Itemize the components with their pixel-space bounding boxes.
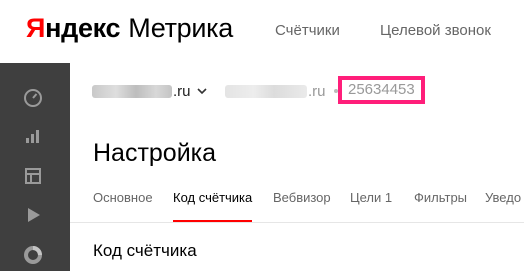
logo-brand-first: Я [26, 13, 46, 43]
main-content: .ru .ru 25634453 Настройка Основное Код … [70, 63, 524, 271]
logo-brand-rest: ндекс [45, 13, 121, 43]
settings-tabs: Основное Код счётчика Вебвизор Цели 1 Фи… [70, 187, 524, 223]
logo-product: Метрика [128, 13, 233, 43]
mirror-domain: .ru [225, 81, 346, 101]
segments-icon[interactable] [22, 244, 44, 266]
separator-dot [333, 89, 338, 93]
blurred-site-domain [92, 84, 172, 98]
header: Яндекс Метрика Счётчики Целевой звонок [0, 0, 524, 63]
section-title: Код счётчика [93, 241, 197, 260]
tab-counter-code[interactable]: Код счётчика [173, 190, 253, 222]
blurred-mirror-domain [225, 84, 307, 98]
tab-general[interactable]: Основное [93, 190, 153, 222]
tab-notifications[interactable]: Уведо [485, 190, 521, 222]
yandex-metrica-logo[interactable]: Яндекс Метрика [26, 13, 233, 44]
dashboard-icon[interactable] [22, 87, 44, 109]
nav-counters[interactable]: Счётчики [275, 22, 340, 39]
reports-icon[interactable] [22, 125, 44, 147]
site-domain-suffix: .ru [173, 82, 191, 100]
chevron-down-icon [196, 88, 207, 95]
site-selector[interactable]: .ru [92, 81, 209, 101]
page-title: Настройка [93, 139, 217, 167]
maps-icon[interactable] [22, 165, 44, 187]
tab-filters[interactable]: Фильтры [414, 190, 467, 222]
nav-target-call[interactable]: Целевой звонок [380, 22, 491, 39]
sidebar [0, 63, 70, 271]
tab-goals[interactable]: Цели 1 [350, 190, 392, 222]
tab-webvisor[interactable]: Вебвизор [273, 190, 331, 222]
counter-id: 25634453 [338, 76, 425, 104]
mirror-domain-suffix: .ru [308, 82, 326, 100]
webvisor-icon[interactable] [22, 204, 44, 226]
